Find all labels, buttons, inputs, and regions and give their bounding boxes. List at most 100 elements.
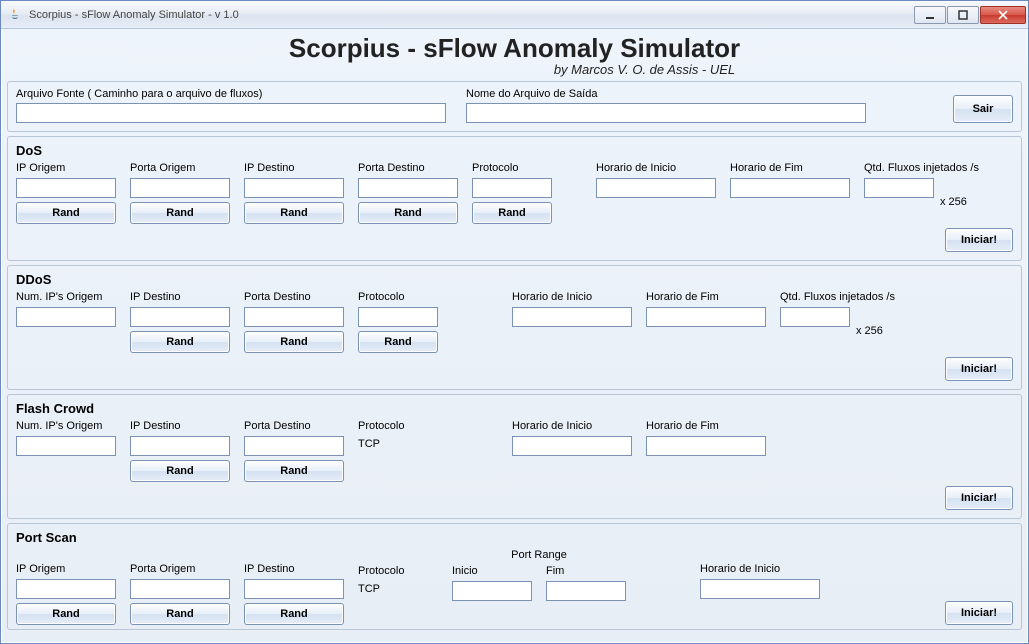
flash-horario-inicio-input[interactable]	[512, 436, 632, 456]
ps-portrange-label: Port Range	[452, 549, 626, 561]
portscan-title: Port Scan	[16, 530, 1013, 545]
ddos-title: DDoS	[16, 272, 1013, 287]
ps-ip-origem-label: IP Origem	[16, 563, 116, 575]
ddos-iniciar-button[interactable]: Iniciar!	[945, 357, 1013, 381]
ps-fim-input[interactable]	[546, 581, 626, 601]
dos-protocolo-input[interactable]	[472, 178, 552, 198]
app-title-block: Scorpius - sFlow Anomaly Simulator by Ma…	[7, 33, 1022, 77]
dos-title: DoS	[16, 143, 1013, 158]
dos-ip-origem-input[interactable]	[16, 178, 116, 198]
portscan-iniciar-button[interactable]: Iniciar!	[945, 601, 1013, 625]
flash-ip-destino-label: IP Destino	[130, 420, 230, 432]
minimize-button[interactable]	[914, 6, 946, 24]
flash-porta-destino-rand[interactable]: Rand	[244, 460, 344, 482]
ddos-numips-input[interactable]	[16, 307, 116, 327]
flash-ip-destino-rand[interactable]: Rand	[130, 460, 230, 482]
ps-inicio-input[interactable]	[452, 581, 532, 601]
flash-porta-destino-input[interactable]	[244, 436, 344, 456]
ddos-ip-destino-label: IP Destino	[130, 291, 230, 303]
ps-ip-destino-input[interactable]	[244, 579, 344, 599]
ps-protocolo-label: Protocolo	[358, 565, 438, 577]
ddos-porta-destino-input[interactable]	[244, 307, 344, 327]
dos-x256: x 256	[940, 178, 967, 208]
ddos-panel: DDoS Num. IP's Origem IP Destino Rand Po…	[7, 265, 1022, 390]
ddos-porta-destino-rand[interactable]: Rand	[244, 331, 344, 353]
flash-porta-destino-label: Porta Destino	[244, 420, 344, 432]
portscan-panel: Port Scan IP Origem Rand Porta Origem Ra…	[7, 523, 1022, 630]
dos-porta-destino-input[interactable]	[358, 178, 458, 198]
ps-porta-origem-input[interactable]	[130, 579, 230, 599]
ps-inicio-label: Inicio	[452, 565, 532, 577]
ddos-horario-fim-input[interactable]	[646, 307, 766, 327]
dos-porta-destino-rand[interactable]: Rand	[358, 202, 458, 224]
flash-protocolo-label: Protocolo	[358, 420, 438, 432]
source-file-label: Arquivo Fonte ( Caminho para o arquivo d…	[16, 88, 446, 100]
body-area: Scorpius - sFlow Anomaly Simulator by Ma…	[1, 29, 1028, 643]
ps-ip-origem-input[interactable]	[16, 579, 116, 599]
flash-numips-label: Num. IP's Origem	[16, 420, 116, 432]
flash-protocolo-value: TCP	[358, 436, 438, 454]
ddos-protocolo-rand[interactable]: Rand	[358, 331, 438, 353]
close-button[interactable]	[980, 6, 1026, 24]
dos-qtd-label: Qtd. Fluxos injetados /s	[864, 162, 934, 174]
dos-ip-destino-rand[interactable]: Rand	[244, 202, 344, 224]
app-title: Scorpius - sFlow Anomaly Simulator	[7, 33, 1022, 64]
app-subtitle: by Marcos V. O. de Assis - UEL	[7, 62, 1022, 77]
dos-horario-fim-input[interactable]	[730, 178, 850, 198]
ps-horario-inicio-label: Horario de Inicio	[700, 563, 820, 575]
dos-qtd-input[interactable]	[864, 178, 934, 198]
dos-porta-origem-rand[interactable]: Rand	[130, 202, 230, 224]
flash-horario-fim-label: Horario de Fim	[646, 420, 766, 432]
dos-protocolo-label: Protocolo	[472, 162, 552, 174]
flash-iniciar-button[interactable]: Iniciar!	[945, 486, 1013, 510]
flash-ip-destino-input[interactable]	[130, 436, 230, 456]
ps-ip-origem-rand[interactable]: Rand	[16, 603, 116, 625]
ps-porta-origem-label: Porta Origem	[130, 563, 230, 575]
ddos-numips-label: Num. IP's Origem	[16, 291, 116, 303]
ddos-horario-inicio-input[interactable]	[512, 307, 632, 327]
ddos-porta-destino-label: Porta Destino	[244, 291, 344, 303]
ddos-protocolo-label: Protocolo	[358, 291, 438, 303]
flash-numips-input[interactable]	[16, 436, 116, 456]
maximize-button[interactable]	[947, 6, 979, 24]
ddos-horario-fim-label: Horario de Fim	[646, 291, 766, 303]
ddos-qtd-input[interactable]	[780, 307, 850, 327]
app-window: Scorpius - sFlow Anomaly Simulator - v 1…	[0, 0, 1029, 644]
java-icon	[7, 7, 23, 23]
ddos-protocolo-input[interactable]	[358, 307, 438, 327]
ddos-ip-destino-rand[interactable]: Rand	[130, 331, 230, 353]
window-controls	[913, 6, 1026, 24]
dos-ip-destino-label: IP Destino	[244, 162, 344, 174]
sair-button[interactable]: Sair	[953, 95, 1013, 123]
ps-protocolo-value: TCP	[358, 581, 438, 599]
titlebar: Scorpius - sFlow Anomaly Simulator - v 1…	[1, 1, 1028, 29]
dos-protocolo-rand[interactable]: Rand	[472, 202, 552, 224]
flash-horario-inicio-label: Horario de Inicio	[512, 420, 632, 432]
output-file-input[interactable]	[466, 103, 866, 123]
dos-ip-origem-rand[interactable]: Rand	[16, 202, 116, 224]
ddos-ip-destino-input[interactable]	[130, 307, 230, 327]
ps-fim-label: Fim	[546, 565, 626, 577]
flash-horario-fim-input[interactable]	[646, 436, 766, 456]
dos-porta-origem-input[interactable]	[130, 178, 230, 198]
ddos-x256: x 256	[856, 307, 883, 337]
dos-horario-inicio-label: Horario de Inicio	[596, 162, 716, 174]
ps-ip-destino-rand[interactable]: Rand	[244, 603, 344, 625]
dos-panel: DoS IP Origem Rand Porta Origem Rand IP …	[7, 136, 1022, 261]
output-file-label: Nome do Arquivo de Saída	[466, 88, 866, 100]
dos-horario-inicio-input[interactable]	[596, 178, 716, 198]
flash-title: Flash Crowd	[16, 401, 1013, 416]
window-title: Scorpius - sFlow Anomaly Simulator - v 1…	[29, 9, 907, 21]
dos-horario-fim-label: Horario de Fim	[730, 162, 850, 174]
source-file-input[interactable]	[16, 103, 446, 123]
ddos-horario-inicio-label: Horario de Inicio	[512, 291, 632, 303]
flash-panel: Flash Crowd Num. IP's Origem IP Destino …	[7, 394, 1022, 519]
ps-ip-destino-label: IP Destino	[244, 563, 344, 575]
file-panel: Arquivo Fonte ( Caminho para o arquivo d…	[7, 81, 1022, 132]
ps-horario-inicio-input[interactable]	[700, 579, 820, 599]
ddos-qtd-label: Qtd. Fluxos injetados /s	[780, 291, 850, 303]
dos-porta-destino-label: Porta Destino	[358, 162, 458, 174]
ps-porta-origem-rand[interactable]: Rand	[130, 603, 230, 625]
dos-ip-destino-input[interactable]	[244, 178, 344, 198]
dos-iniciar-button[interactable]: Iniciar!	[945, 228, 1013, 252]
